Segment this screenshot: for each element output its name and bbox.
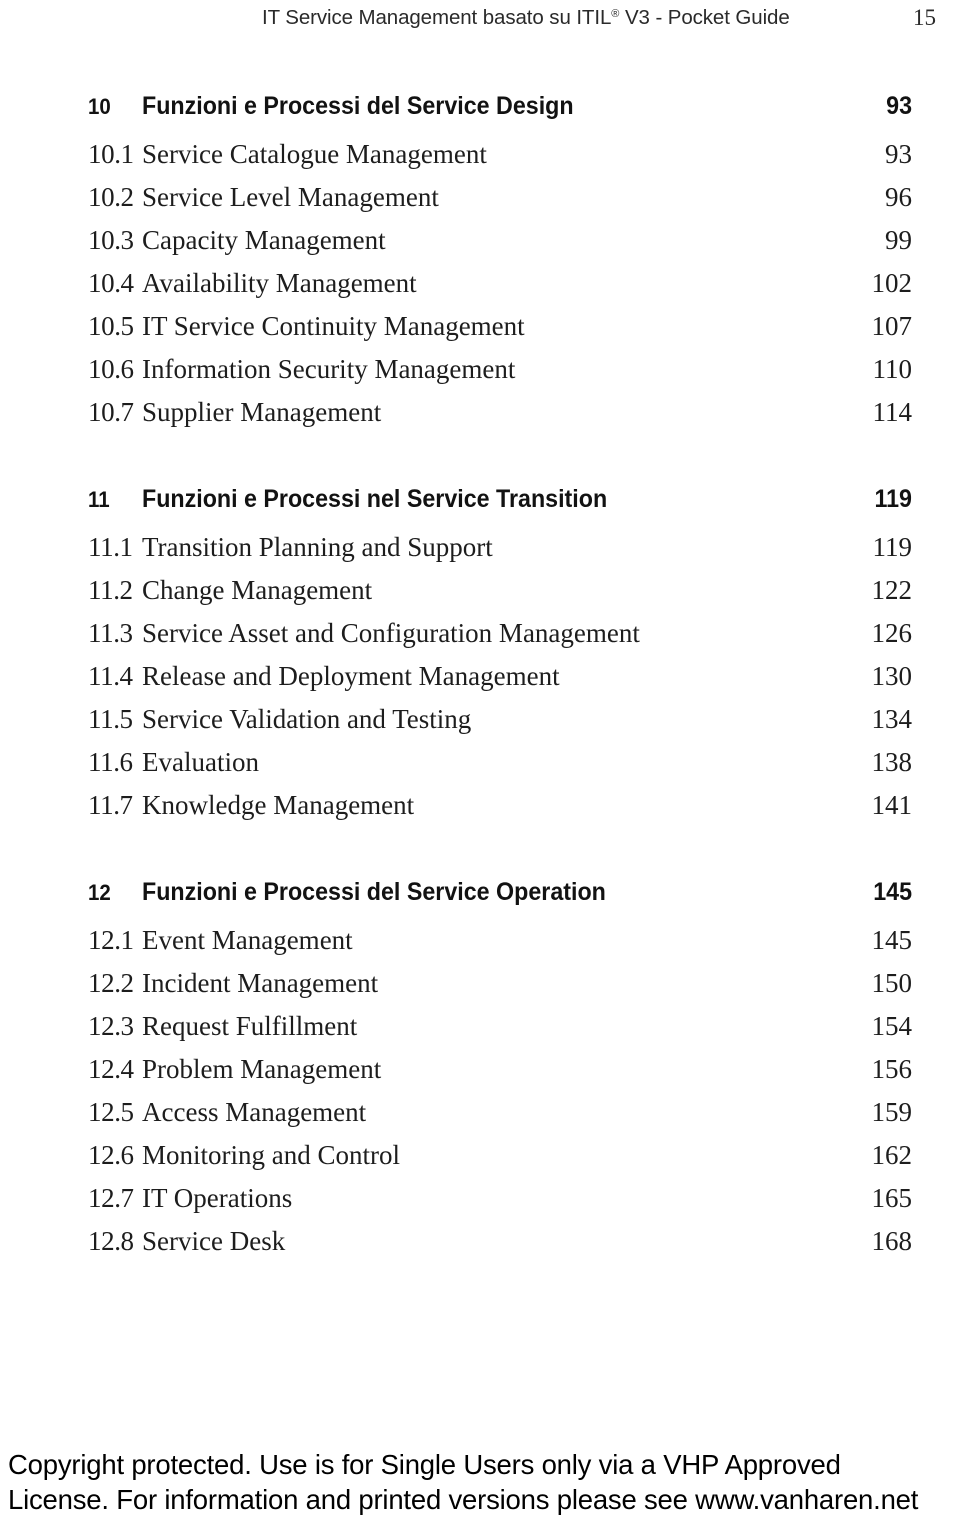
toc-section-title: Supplier Management bbox=[142, 397, 382, 427]
copyright-notice: Copyright protected. Use is for Single U… bbox=[8, 1447, 960, 1517]
toc-section-number: 12.8 bbox=[88, 1226, 134, 1256]
toc-section-number: 12.5 bbox=[88, 1097, 134, 1127]
toc-section-row[interactable]: 10.5 IT Service Continuity Management 107 bbox=[88, 311, 912, 1518]
toc-section-row[interactable]: 11.3 Service Asset and Configuration Mana… bbox=[88, 618, 912, 1518]
table-of-contents: 10 Funzioni e Processi del Service Design… bbox=[88, 92, 912, 1518]
toc-section-number: 10.4 bbox=[88, 268, 134, 298]
toc-section-title: Release and Deployment Management bbox=[142, 661, 560, 691]
toc-section-title: Monitoring and Control bbox=[142, 1140, 400, 1170]
toc-section-row[interactable]: 10.7 Supplier Management 114 bbox=[88, 397, 912, 1518]
copyright-notice-line-2: License. For information and printed ver… bbox=[8, 1484, 919, 1515]
toc-section-row[interactable]: 10.3 Capacity Management 99 bbox=[88, 225, 912, 1518]
toc-section-row[interactable]: 12.1 Event Management 145 bbox=[88, 925, 912, 1518]
document-page: IT Service Management basato su ITIL® V3… bbox=[0, 0, 960, 1518]
toc-section-title: Knowledge Management bbox=[142, 790, 415, 820]
running-header-title-part1: IT Service Management basato su ITIL bbox=[262, 6, 612, 29]
toc-section-title: Service Desk bbox=[142, 1226, 286, 1256]
toc-section-title: Service Catalogue Management bbox=[142, 139, 487, 169]
toc-section-row[interactable]: 10.1 Service Catalogue Management 93 bbox=[88, 139, 912, 1518]
toc-section-title: Service Asset and Configuration Manageme… bbox=[142, 618, 640, 648]
toc-section-number: 11.3 bbox=[88, 618, 133, 648]
toc-chapter-title: Funzioni e Processi del Service Design bbox=[142, 92, 574, 120]
toc-section-number: 12.2 bbox=[88, 968, 134, 998]
toc-chapter-number: 11 bbox=[88, 487, 110, 512]
toc-section-number: 12.1 bbox=[88, 925, 134, 955]
toc-section-title: Problem Management bbox=[142, 1054, 382, 1084]
toc-section-number: 11.4 bbox=[88, 661, 133, 691]
toc-section-number: 11.2 bbox=[88, 575, 133, 605]
toc-chapter-row[interactable]: 11 Funzioni e Processi nel Service Transi… bbox=[88, 485, 912, 1518]
toc-section-title: IT Operations bbox=[142, 1183, 293, 1213]
toc-section-title: Event Management bbox=[142, 925, 353, 955]
toc-section-number: 10.2 bbox=[88, 182, 134, 212]
toc-chapter-number: 10 bbox=[88, 94, 111, 119]
toc-section-number: 10.7 bbox=[88, 397, 134, 427]
toc-section-number: 11.7 bbox=[88, 790, 133, 820]
toc-section-row[interactable]: 12.7 IT Operations 165 bbox=[88, 1183, 912, 1518]
toc-chapter-title: Funzioni e Processi del Service Operatio… bbox=[142, 878, 606, 906]
toc-section-title: Evaluation bbox=[142, 747, 259, 777]
toc-section-row[interactable]: 10.4 Availability Management 102 bbox=[88, 268, 912, 1518]
toc-section-row[interactable]: 11.6 Evaluation 138 bbox=[88, 747, 912, 1518]
toc-section-number: 12.6 bbox=[88, 1140, 134, 1170]
toc-chapter-number: 12 bbox=[88, 880, 111, 905]
toc-section-title: Transition Planning and Support bbox=[142, 532, 493, 562]
toc-chapter-row[interactable]: 10 Funzioni e Processi del Service Design… bbox=[88, 92, 912, 1518]
toc-section-number: 10.3 bbox=[88, 225, 134, 255]
toc-section-title: Incident Management bbox=[142, 968, 379, 998]
toc-chapter-row[interactable]: 12 Funzioni e Processi del Service Operat… bbox=[88, 878, 912, 1518]
toc-section-row[interactable]: 11.1 Transition Planning and Support 119 bbox=[88, 532, 912, 1518]
toc-section-number: 11.5 bbox=[88, 704, 133, 734]
toc-section-title: Access Management bbox=[142, 1097, 367, 1127]
toc-section-row[interactable]: 11.5 Service Validation and Testing 134 bbox=[88, 704, 912, 1518]
toc-chapter-block: 10 Funzioni e Processi del Service Design… bbox=[88, 92, 912, 1518]
page-number-folio: 15 bbox=[913, 5, 936, 30]
toc-chapter-title: Funzioni e Processi nel Service Transiti… bbox=[142, 485, 608, 513]
toc-section-number: 11.1 bbox=[88, 532, 133, 562]
toc-section-row[interactable]: 11.4 Release and Deployment Management 130 bbox=[88, 661, 912, 1518]
toc-section-title: Service Level Management bbox=[142, 182, 439, 212]
toc-section-row[interactable]: 12.3 Request Fulfillment 154 bbox=[88, 1011, 912, 1518]
toc-section-number: 12.7 bbox=[88, 1183, 134, 1213]
toc-section-row[interactable]: 12.6 Monitoring and Control 162 bbox=[88, 1140, 912, 1518]
toc-section-row[interactable]: 12.5 Access Management 159 bbox=[88, 1097, 912, 1518]
toc-section-title: Service Validation and Testing bbox=[142, 704, 472, 734]
toc-section-number: 11.6 bbox=[88, 747, 133, 777]
toc-section-number: 10.5 bbox=[88, 311, 134, 341]
copyright-notice-line-1: Copyright protected. Use is for Single U… bbox=[8, 1449, 841, 1480]
toc-section-row[interactable]: 12.4 Problem Management 156 bbox=[88, 1054, 912, 1518]
toc-chapter-block: 12 Funzioni e Processi del Service Operat… bbox=[88, 878, 912, 1518]
toc-section-row[interactable]: 12.2 Incident Management 150 bbox=[88, 968, 912, 1518]
running-header-title-part2: V3 - Pocket Guide bbox=[619, 6, 790, 29]
running-header: IT Service Management basato su ITIL® V3… bbox=[0, 5, 960, 40]
toc-section-number: 10.6 bbox=[88, 354, 134, 384]
running-header-title: IT Service Management basato su ITIL® V3… bbox=[262, 6, 790, 30]
toc-section-row[interactable]: 11.7 Knowledge Management 141 bbox=[88, 790, 912, 1518]
toc-section-title: Request Fulfillment bbox=[142, 1011, 358, 1041]
toc-section-row[interactable]: 10.2 Service Level Management 96 bbox=[88, 182, 912, 1518]
toc-section-row[interactable]: 12.8 Service Desk 168 bbox=[88, 1226, 912, 1518]
toc-section-title: Capacity Management bbox=[142, 225, 386, 255]
toc-section-title: Availability Management bbox=[142, 268, 417, 298]
toc-section-title: Information Security Management bbox=[142, 354, 516, 384]
toc-section-title: IT Service Continuity Management bbox=[142, 311, 525, 341]
toc-section-number: 12.3 bbox=[88, 1011, 134, 1041]
toc-section-row[interactable]: 10.6 Information Security Management 110 bbox=[88, 354, 912, 1518]
toc-section-row[interactable]: 11.2 Change Management 122 bbox=[88, 575, 912, 1518]
toc-section-number: 12.4 bbox=[88, 1054, 134, 1084]
toc-section-title: Change Management bbox=[142, 575, 373, 605]
toc-chapter-block: 11 Funzioni e Processi nel Service Transi… bbox=[88, 485, 912, 1518]
toc-section-number: 10.1 bbox=[88, 139, 134, 169]
